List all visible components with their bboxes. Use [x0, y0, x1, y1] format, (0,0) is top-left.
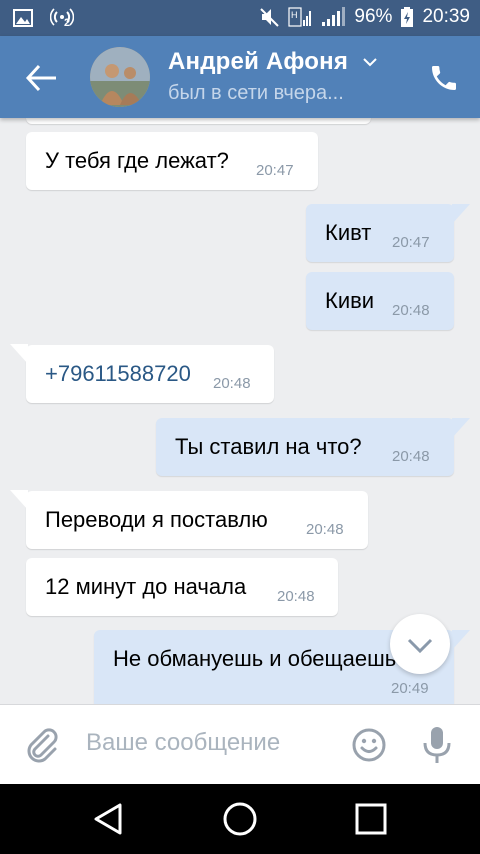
message-text: Переводи я поставлю — [45, 507, 268, 532]
message-bubble-incoming[interactable]: У тебя где лежат? 20:47 — [26, 132, 318, 190]
message-bubble-outgoing[interactable]: Кивт 20:47 — [306, 204, 454, 262]
status-right: H 96% 20:39 — [258, 6, 470, 28]
network-badge: 2 — [64, 17, 71, 29]
message-text: Не обмануешь и обещаешь? — [113, 646, 409, 671]
contact-title[interactable]: Андрей Афоня был в сети вчера... — [168, 48, 408, 105]
nav-recents-icon[interactable] — [353, 801, 389, 837]
message-time: 20:48 — [392, 448, 430, 465]
message-phone-link[interactable]: +79611588720 — [45, 361, 191, 387]
bubble-tail — [10, 344, 28, 364]
bubble-tail — [10, 490, 28, 510]
message-bubble-incoming[interactable]: 12 минут до начала 20:48 — [26, 558, 338, 616]
message-text: Ты ставил на что? — [175, 434, 362, 459]
contact-name: Андрей Афоня — [168, 48, 349, 75]
message-text: У тебя где лежат? — [45, 148, 229, 173]
android-navbar — [0, 784, 480, 854]
avatar[interactable] — [90, 47, 150, 107]
message-time: 20:48 — [213, 375, 251, 392]
hotspot-icon: 2 — [49, 7, 75, 29]
battery-percent: 96% — [354, 6, 393, 27]
bubble-tail — [452, 204, 470, 224]
message-input[interactable]: Ваше сообщение — [86, 729, 336, 757]
arrow-left-icon[interactable] — [22, 60, 62, 96]
paperclip-icon[interactable] — [24, 727, 60, 763]
scroll-down-button[interactable] — [390, 614, 450, 674]
battery-charging-icon — [401, 7, 414, 27]
chevron-down-icon — [363, 58, 377, 67]
message-time: 20:49 — [391, 680, 429, 697]
nav-back-icon[interactable] — [90, 801, 126, 837]
message-time: 20:48 — [306, 521, 344, 538]
message-time: 20:48 — [277, 588, 315, 605]
message-composer: Ваше сообщение — [0, 704, 480, 784]
contact-status: был в сети вчера... — [168, 82, 344, 104]
smiley-icon[interactable] — [351, 727, 387, 763]
status-bar: 2 H 96% 20:39 — [0, 0, 480, 36]
message-bubble-incoming[interactable]: +79611588720 20:48 — [26, 345, 274, 403]
message-time: 20:47 — [256, 162, 294, 179]
svg-text:H: H — [291, 10, 298, 20]
gallery-notification-icon — [13, 9, 33, 27]
mute-icon — [260, 8, 280, 27]
message-time: 20:48 — [392, 302, 430, 319]
chevron-down-icon — [407, 638, 433, 654]
message-text: Киви — [325, 288, 375, 313]
clock: 20:39 — [422, 6, 470, 27]
bubble-tail — [452, 418, 470, 438]
message-text: Кивт — [325, 220, 372, 245]
message-bubble-partial — [26, 118, 371, 124]
message-text: 12 минут до начала — [45, 574, 247, 599]
signal-h-icon: H — [288, 7, 312, 27]
chat-header: Андрей Афоня был в сети вчера... — [0, 36, 480, 118]
nav-home-icon[interactable] — [222, 801, 258, 837]
message-bubble-incoming[interactable]: Переводи я поставлю 20:48 — [26, 491, 368, 549]
status-left: 2 — [12, 7, 75, 29]
message-time: 20:47 — [392, 234, 430, 251]
message-bubble-outgoing[interactable]: Киви 20:48 — [306, 272, 454, 330]
phone-icon[interactable] — [428, 62, 460, 94]
message-bubble-outgoing[interactable]: Ты ставил на что? 20:48 — [156, 418, 454, 476]
bubble-tail — [452, 630, 470, 650]
microphone-icon[interactable] — [420, 725, 454, 765]
signal-bars-icon — [322, 7, 346, 26]
